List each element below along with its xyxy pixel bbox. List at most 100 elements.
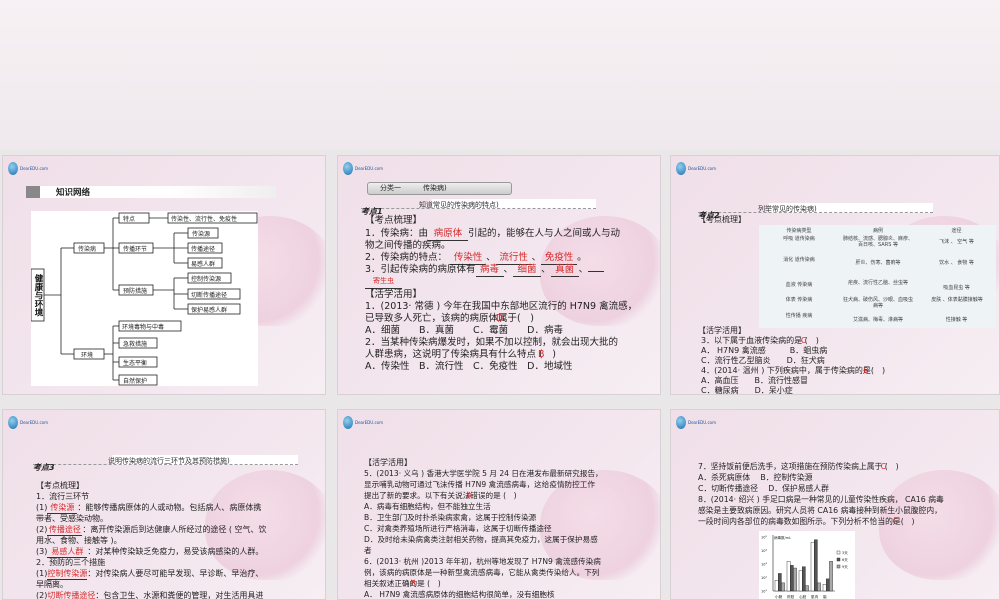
kaodian-bar: 考点3 说明传染病的流行三环节及其预防措施) bbox=[33, 455, 298, 472]
option: D．及时给未染病禽类注射相关药物，提高其免疫力，这属于保护易感 bbox=[364, 535, 598, 544]
kaodian-label: 考点3 bbox=[33, 463, 55, 472]
logo-text: DearEDU.com bbox=[20, 419, 48, 425]
options: A．传染性 B．流行性 C．免疫性 D．地域性 bbox=[365, 361, 573, 372]
bar bbox=[829, 561, 833, 592]
map-node: 环境毒物与中毒 bbox=[122, 323, 164, 331]
section-title: 知识网络 bbox=[52, 186, 95, 198]
slide-thumbnail-5[interactable]: DearEDU.com 【活学活用】 5．(2013· 义乌 ) 香港大学医学院… bbox=[337, 409, 661, 600]
logo: DearEDU.com bbox=[8, 161, 48, 175]
y-tick-label: 10⁴ bbox=[761, 549, 767, 553]
map-node: 易感人群 bbox=[191, 260, 215, 268]
question-text: 已导致多人死亡，该病的病原体属于( ) bbox=[365, 313, 534, 324]
bar bbox=[805, 585, 809, 592]
text: 1．传染病：由 bbox=[365, 228, 429, 239]
options: C．切断传播途径 D．保护易感人群 bbox=[698, 484, 829, 493]
table-cell: 性传播 疾病 bbox=[785, 313, 813, 319]
chart-title: 病毒数/mL bbox=[774, 535, 791, 540]
bar bbox=[786, 561, 791, 592]
logo-text: DearEDU.com bbox=[688, 165, 716, 171]
text: 物之间传播的疾病。 bbox=[365, 240, 451, 251]
options: C．糖尿病 D．呆小症 bbox=[701, 386, 793, 395]
text: ：对某种传染缺乏免疫力，易受该病感染的人群。 bbox=[87, 547, 264, 556]
answer-blank: 免疫性 bbox=[541, 252, 578, 265]
heading: 【考点梳理】 bbox=[698, 215, 746, 224]
map-node: 传染源 bbox=[192, 230, 210, 238]
slide-thumbnail-2[interactable]: DearEDU.com 分类一 传染病) 考点1 知道常见的传染病的特点) 【考点梳… bbox=[337, 155, 661, 395]
question-text: 提出了新的要求。以下有关说法错误的是 ( ) bbox=[364, 491, 517, 500]
bar bbox=[793, 567, 797, 592]
answer-blank: 病原体 bbox=[428, 228, 469, 241]
slide-thumbnail-3[interactable]: DearEDU.com 考点2 列举常见的传染病) 【考点梳理】 传染病类型 病例… bbox=[670, 155, 1000, 395]
question-text: 感染是主要致病原因。研究人员将 CA16 病毒接种到新生小鼠腹腔内， bbox=[698, 506, 942, 515]
legend-swatch bbox=[836, 564, 841, 569]
map-node: 急救措施 bbox=[123, 340, 147, 348]
bar bbox=[802, 566, 806, 592]
table-cell: 饮水 、 食物 等 bbox=[939, 260, 974, 266]
map-node: 预防措施 bbox=[123, 287, 147, 295]
globe-icon bbox=[343, 415, 353, 429]
answer-blank: 细菌 bbox=[513, 264, 542, 277]
answer: C bbox=[800, 336, 807, 345]
question-text: 5．(2013· 义乌 ) 香港大学医学院 5 月 24 日在港发布最新研究报告… bbox=[364, 469, 603, 478]
y-tick-label: 10⁵ bbox=[761, 536, 767, 540]
text: ：离开传染源后到达健康人所经过的途径 ( 空气、饮 bbox=[82, 525, 267, 534]
options: C．流行性乙型脑炎 D．狂犬病 bbox=[701, 356, 825, 365]
slide-thumbnail-1[interactable]: DearEDU.com 知识网络 传染病 环境 特点 传播环节 预防措施 环境毒物与中毒… bbox=[2, 155, 326, 395]
bar bbox=[781, 582, 785, 592]
legend-swatch bbox=[836, 550, 841, 555]
answer: B bbox=[537, 349, 545, 360]
map-node: 控制传染源 bbox=[191, 275, 221, 283]
map-node: 特点 bbox=[123, 215, 135, 223]
question-text: 7．坚持饭前便后洗手，这项措施在预防传染病上属于 ( ) bbox=[698, 462, 899, 471]
x-tick-label: 肝脏 bbox=[787, 594, 795, 599]
bar bbox=[790, 565, 794, 592]
section-banner: 知识网络 bbox=[26, 186, 276, 198]
globe-icon bbox=[8, 161, 18, 175]
table-cell: 艾滋病、梅毒、淋病等 bbox=[852, 317, 903, 323]
kaodian-bar: 考点2 列举常见的传染病) bbox=[698, 203, 933, 220]
globe-icon bbox=[343, 161, 353, 175]
table-cell: 吸血昆虫 等 bbox=[943, 285, 970, 291]
table-cell: 消化 道传染病 bbox=[783, 257, 815, 263]
options: A． H7N9 禽流感 B．蛔虫病 bbox=[701, 346, 828, 355]
logo-text: DearEDU.com bbox=[20, 165, 48, 171]
slide-thumbnail-4[interactable]: DearEDU.com 考点3 说明传染病的流行三环节及其预防措施) 【考点梳理】… bbox=[2, 409, 326, 600]
x-tick-label: 心脏 bbox=[799, 594, 807, 599]
question-text: 人群患病，这说明了传染病具有什么特点 ( ) bbox=[365, 349, 556, 360]
bar bbox=[825, 578, 830, 592]
map-node: 切断传播途径 bbox=[191, 291, 227, 299]
map-node: 保护易感人群 bbox=[191, 306, 227, 314]
table-cell: 肝炎、伤寒、菌痢等 bbox=[855, 260, 901, 266]
table-cell: 肺结核、流感、腮腺炎、麻疹、百日咳、SARS 等 bbox=[842, 236, 913, 248]
answer-blank: 流行性 bbox=[495, 252, 532, 265]
table-cell: 皮肤 、体表黏膜接触等 bbox=[931, 297, 983, 303]
text: 用水、食物、接触等 )。 bbox=[36, 536, 122, 545]
heading: 【活学活用】 bbox=[365, 289, 423, 300]
answer: A bbox=[466, 491, 472, 500]
answer-blank: 传染性 bbox=[450, 252, 487, 265]
option: C．对禽类养殖场所进行严格消毒，这属于切断传播途径 bbox=[364, 524, 552, 533]
heading: 【活学活用】 bbox=[698, 326, 746, 335]
heading: 【考点梳理】 bbox=[365, 215, 423, 226]
text: 2．传染病的特点： bbox=[365, 252, 448, 263]
heading: 【考点梳理】 bbox=[36, 481, 84, 490]
table-cell: 性接触 等 bbox=[945, 317, 968, 323]
question-text: 4．(2014· 温州 ) 下列疾病中，属于传染病的是( ) bbox=[701, 366, 886, 375]
knowledge-map: 传染病环境 特点传播环节预防措施环境毒物与中毒急救措施生态平衡自然保护 传染性、… bbox=[31, 211, 258, 386]
x-tick-label: 小肠 bbox=[775, 594, 783, 599]
kaodian-bar: 考点1 知道常见的传染病的特点) bbox=[361, 199, 596, 216]
slide-thumbnail-6[interactable]: DearEDU.com 7．坚持饭前便后洗手，这项措施在预防传染病上属于 ( )… bbox=[670, 409, 1000, 600]
logo-text: DearEDU.com bbox=[688, 419, 716, 425]
options: A．高血压 B．流行性感冒 bbox=[701, 376, 808, 385]
globe-icon bbox=[676, 161, 686, 175]
text: ：包含卫生、水源和粪便的管理，对生活用具进 bbox=[95, 591, 264, 600]
question-text: 显示哺乳动物可通过飞沫传播 H7N9 禽流感病毒，这给疫情防控工作 bbox=[364, 480, 595, 489]
table-cell: 疟疾、流行性乙脑、丝虫等 bbox=[847, 280, 908, 286]
answer: B bbox=[410, 579, 416, 588]
map-node: 生态平衡 bbox=[123, 359, 147, 367]
y-tick-label: 10³ bbox=[761, 563, 767, 567]
table-cell: 飞沫 、 空气 等 bbox=[939, 239, 974, 245]
text: 2．预防的三个措施 bbox=[36, 558, 106, 567]
logo: DearEDU.com bbox=[676, 415, 716, 429]
table-cell: 呼吸 道传染病 bbox=[783, 236, 815, 242]
